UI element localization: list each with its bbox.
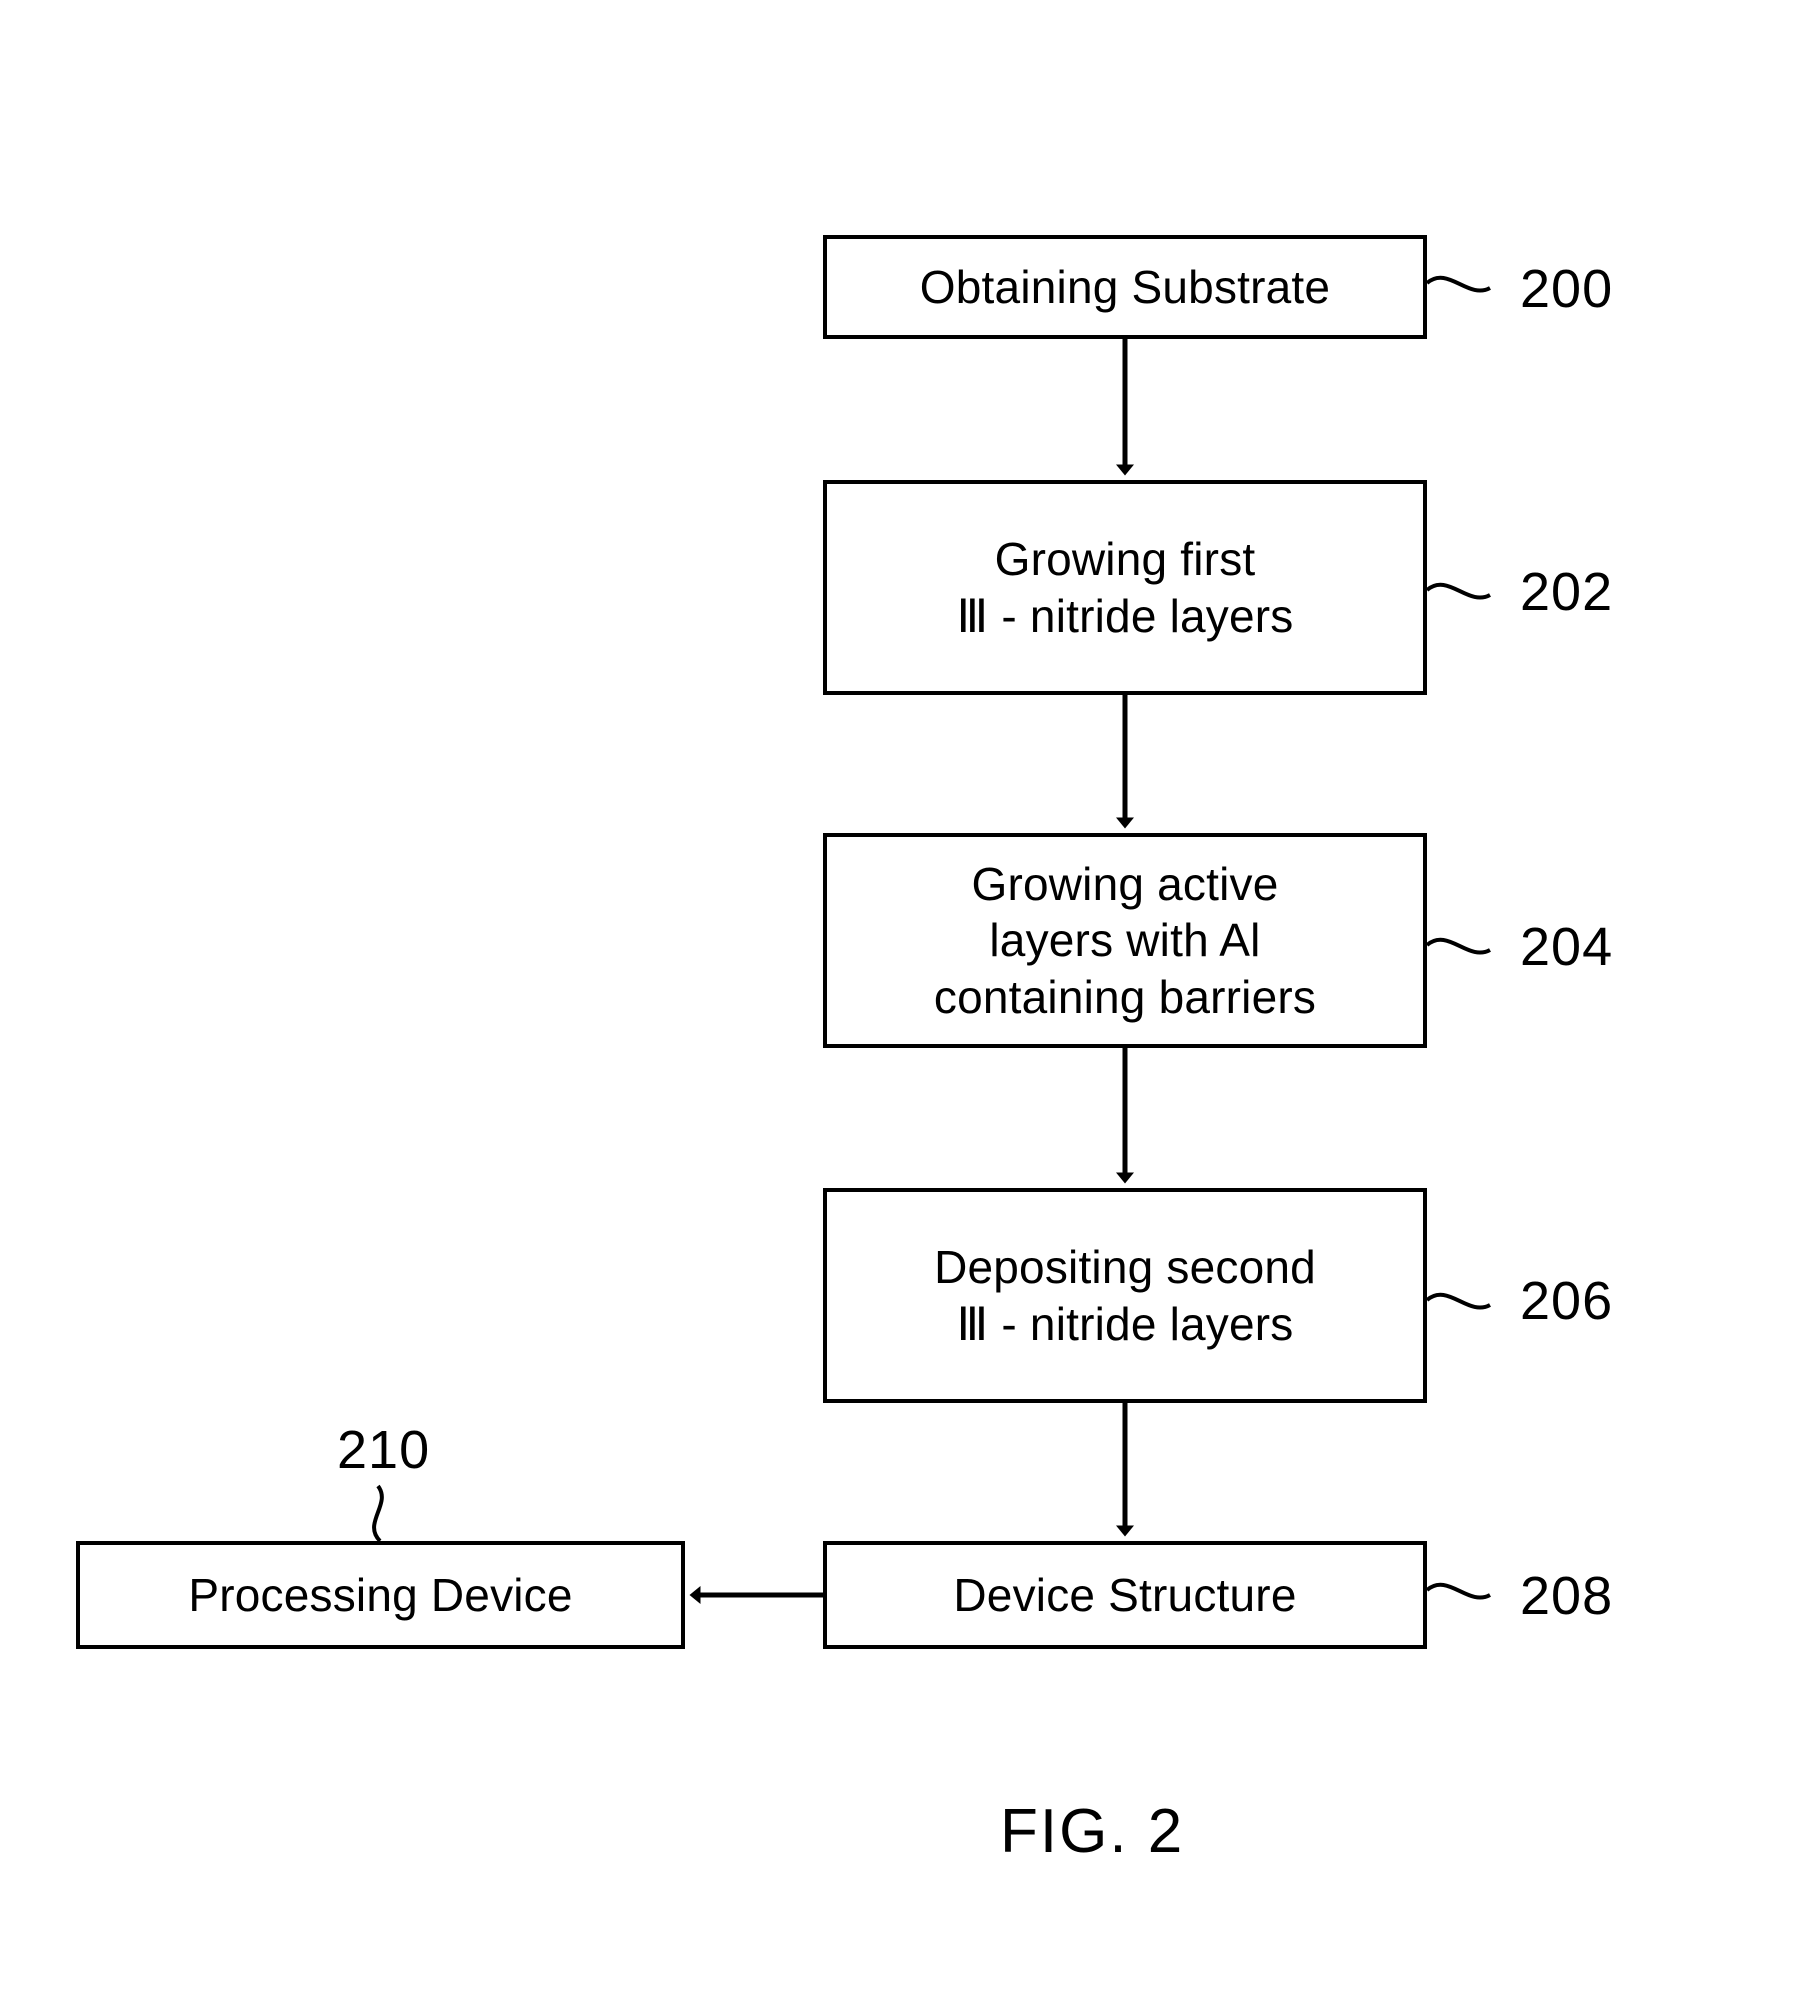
flow-step-label: Depositing second Ⅲ - nitride layers: [934, 1241, 1316, 1350]
leader-line-206: [1425, 1292, 1491, 1310]
reference-numeral-206: 206: [1520, 1271, 1614, 1331]
figure-canvas: Obtaining Substrate Growing first Ⅲ - ni…: [0, 0, 1802, 2003]
leader-line-210: [372, 1484, 384, 1543]
leader-line-202: [1425, 582, 1491, 600]
flow-step-label: Growing first Ⅲ - nitride layers: [956, 533, 1294, 642]
flow-step-processing-device[interactable]: Processing Device: [76, 1541, 685, 1649]
leader-line-200: [1425, 275, 1491, 293]
leader-line-208: [1425, 1582, 1491, 1600]
reference-numeral-210: 210: [337, 1420, 431, 1480]
reference-numeral-202: 202: [1520, 562, 1614, 622]
flow-step-depositing-second-nitride-layers[interactable]: Depositing second Ⅲ - nitride layers: [823, 1188, 1427, 1403]
flow-step-obtaining-substrate[interactable]: Obtaining Substrate: [823, 235, 1427, 339]
flow-step-growing-first-nitride-layers[interactable]: Growing first Ⅲ - nitride layers: [823, 480, 1427, 695]
flow-step-label: Device Structure: [953, 1568, 1297, 1621]
flow-step-label: Growing active layers with Al containing…: [933, 858, 1317, 1023]
leader-line-204: [1425, 937, 1491, 955]
figure-caption: FIG. 2: [1000, 1797, 1185, 1866]
reference-numeral-208: 208: [1520, 1566, 1614, 1626]
reference-numeral-200: 200: [1520, 259, 1614, 319]
flow-step-growing-active-layers[interactable]: Growing active layers with Al containing…: [823, 833, 1427, 1048]
reference-numeral-204: 204: [1520, 917, 1614, 977]
flow-step-label: Processing Device: [188, 1568, 573, 1621]
flow-step-device-structure[interactable]: Device Structure: [823, 1541, 1427, 1649]
flow-step-label: Obtaining Substrate: [919, 260, 1331, 313]
